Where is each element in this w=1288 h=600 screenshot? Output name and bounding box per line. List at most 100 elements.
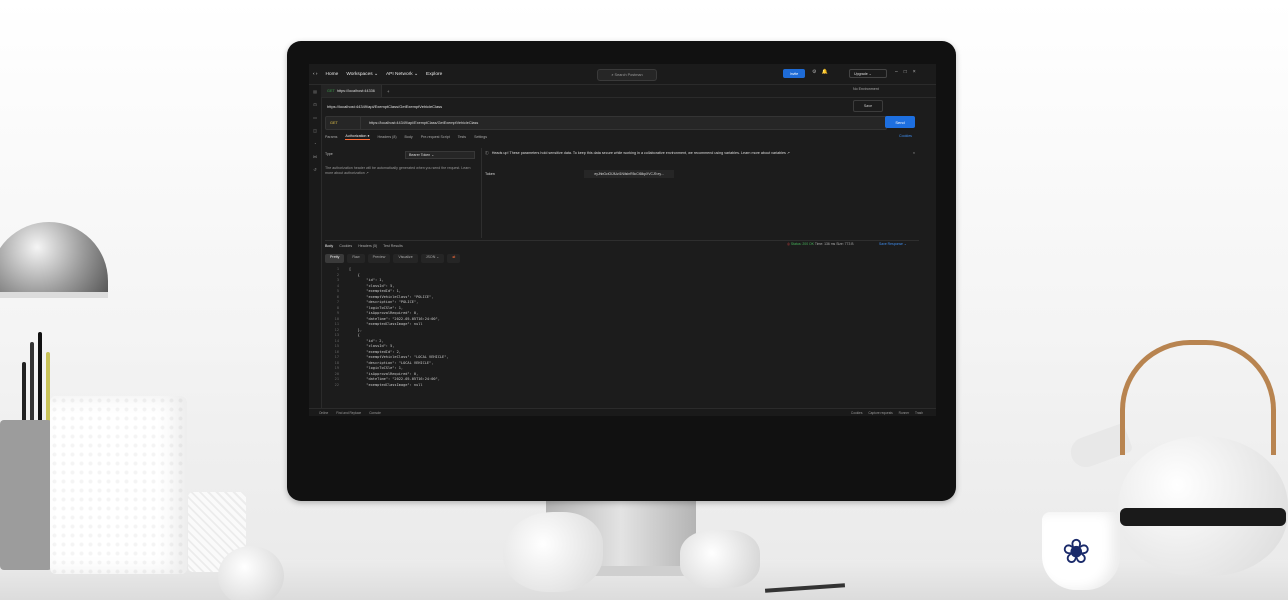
footer-console[interactable]: Console <box>369 411 381 415</box>
line-text: { <box>349 272 360 277</box>
save-button[interactable]: Save <box>853 100 883 112</box>
teapot-band <box>1120 508 1286 526</box>
globe-icon: ◎ <box>787 242 790 246</box>
header-icons[interactable]: ⚙🔔 <box>812 69 833 75</box>
line-text: "logicToCSle": 1, <box>349 305 404 310</box>
teapot <box>1118 436 1288 576</box>
line-text: "id": 1, <box>349 278 384 282</box>
crumpled-paper <box>680 530 760 588</box>
status-footer: Online Find and Replace Console Cookies … <box>309 408 936 416</box>
response-stats: ◎ Status: 200 OK Time: 136 ms Size: 773 … <box>787 242 854 246</box>
format-raw[interactable]: Raw <box>347 254 365 263</box>
upgrade-button[interactable]: Upgrade ⌄ <box>849 69 887 78</box>
pen-cup <box>0 420 52 570</box>
code-line: 22 "exemptedClassImage": null <box>329 383 909 389</box>
token-input[interactable]: eyJhbGciOiJIUzI1NiIsInR5cCI6IkpXVCJ9.ey.… <box>584 170 674 178</box>
back-forward-icon[interactable]: ‹ › <box>313 72 318 77</box>
footer-find-replace[interactable]: Find and Replace <box>336 411 361 415</box>
format-preview[interactable]: Preview <box>367 254 391 263</box>
tab-tests[interactable]: Tests <box>458 135 466 139</box>
invite-button[interactable]: Invite <box>783 69 805 78</box>
environments-icon[interactable]: ▭ <box>309 111 321 124</box>
line-text: "classId": 5, <box>349 344 395 348</box>
line-text: "exemptedId": 2, <box>349 349 401 354</box>
line-text: "exemptVehicleClass": "LOCAL VEHICLE", <box>349 355 449 359</box>
save-response-button[interactable]: Save Response ⌄ <box>879 242 907 246</box>
auth-type-select[interactable]: Bearer Token ⌄ <box>405 151 475 159</box>
auth-note: The authorization header will be automat… <box>325 166 471 175</box>
nav-explore[interactable]: Explore <box>426 72 442 77</box>
perforated-vase <box>50 396 187 574</box>
resp-tab-headers[interactable]: Headers (5) <box>358 244 377 248</box>
sensitive-data-banner: ⓘ Heads up! These parameters hold sensit… <box>485 148 915 158</box>
send-button[interactable]: Send <box>885 116 915 128</box>
tab-label: https://localhost:44336 <box>336 89 375 93</box>
new-tab-icon[interactable]: + <box>387 89 390 94</box>
resp-tab-cookies[interactable]: Cookies <box>339 244 352 248</box>
line-text: "description": "POLICE", <box>349 300 419 304</box>
tab-authorization[interactable]: Authorization ● <box>345 134 370 140</box>
line-text: "id": 2, <box>349 338 384 343</box>
request-tab[interactable]: GET https://localhost:44336 <box>321 85 382 97</box>
monitor-icon[interactable]: ◔ <box>309 137 321 150</box>
line-text: { <box>349 333 360 337</box>
apis-icon[interactable]: ⊡ <box>309 98 321 111</box>
cookies-link[interactable]: Cookies <box>899 134 912 138</box>
tab-headers[interactable]: Headers (8) <box>378 135 397 139</box>
request-tabs: Params Authorization ● Headers (8) Body … <box>325 132 936 142</box>
footer-trash[interactable]: Trash <box>915 411 923 415</box>
format-visualize[interactable]: Visualize <box>393 254 418 263</box>
footer-online[interactable]: Online <box>319 411 328 415</box>
wrap-icon[interactable]: ⇌ <box>447 254 461 263</box>
token-label: Token <box>485 172 495 176</box>
line-text: }, <box>349 327 362 332</box>
line-text: "isApprovalRequired": 0, <box>349 371 419 376</box>
nav-api-network[interactable]: API Network ⌄ <box>386 72 418 77</box>
history-icon[interactable]: ↺ <box>309 163 321 176</box>
close-icon[interactable]: × <box>913 151 915 155</box>
resp-tab-body[interactable]: Body <box>325 244 333 248</box>
size-text: Size: 773 B <box>836 242 854 246</box>
line-text: "dateTime": "2022-05-05T16:24:00", <box>349 377 440 381</box>
flower-pattern-icon: ❀ <box>1062 533 1091 571</box>
format-json-select[interactable]: JSON ⌄ <box>420 254 445 263</box>
postman-window: ‹ › Home Workspaces ⌄ API Network ⌄ Expl… <box>309 64 936 416</box>
footer-capture[interactable]: Capture requests <box>868 411 892 415</box>
search-input[interactable]: ⌕ Search Postman <box>597 69 657 81</box>
format-pretty[interactable]: Pretty <box>325 254 345 263</box>
tab-params[interactable]: Params <box>325 135 337 139</box>
footer-right: Cookies Capture requests Runner Trash <box>851 411 928 415</box>
line-text: "logicToCSle": 1, <box>349 366 404 370</box>
ceramic-bird <box>503 512 603 592</box>
response-body[interactable]: 1[2 {3 "id": 1, 4 "classId": 5, 5 "exempte… <box>329 267 909 403</box>
lamp-rim <box>0 292 108 298</box>
flows-icon[interactable]: ⋈ <box>309 150 321 163</box>
line-text: "description": "LOCAL VEHICLE", <box>349 360 434 365</box>
tab-settings[interactable]: Settings <box>474 135 487 139</box>
desk-scene: ‹ › Home Workspaces ⌄ API Network ⌄ Expl… <box>0 0 1288 600</box>
tab-body[interactable]: Body <box>405 135 413 139</box>
method-select[interactable]: GET <box>326 117 361 129</box>
tab-prerequest[interactable]: Pre-request Script <box>421 135 450 139</box>
resp-tab-tests[interactable]: Test Results <box>383 244 403 248</box>
line-text: "exemptedId": 1, <box>349 289 401 293</box>
line-number: 22 <box>334 382 339 387</box>
line-text: "exemptedClassImage": null <box>349 382 423 387</box>
nav-workspaces[interactable]: Workspaces ⌄ <box>346 72 378 77</box>
nav-home[interactable]: Home <box>326 72 339 77</box>
line-text: "isApprovalRequired": 0, <box>349 311 419 315</box>
line-text: "dateTime": "2022-05-05T16:24:00", <box>349 316 440 321</box>
window-controls[interactable]: –□× <box>895 69 922 75</box>
line-text: "exemptedClassImage": null <box>349 322 423 326</box>
url-input[interactable]: https://localhost:44349/api/ExemptClass/… <box>361 121 478 125</box>
format-bar: Pretty Raw Preview Visualize JSON ⌄ ⇌ <box>325 254 463 263</box>
footer-cookies[interactable]: Cookies <box>851 411 863 415</box>
request-title: https://localhost:44349/api/ExemptClass/… <box>327 103 443 109</box>
collections-icon[interactable]: ▤ <box>309 85 321 98</box>
ceramic-ball <box>218 546 284 600</box>
footer-runner[interactable]: Runner <box>899 411 909 415</box>
mock-icon[interactable]: ◫ <box>309 124 321 137</box>
environment-select[interactable]: No Environment <box>853 87 879 91</box>
status-text: Status: 200 OK <box>790 242 814 246</box>
time-text: Time: 136 ms <box>814 242 836 246</box>
